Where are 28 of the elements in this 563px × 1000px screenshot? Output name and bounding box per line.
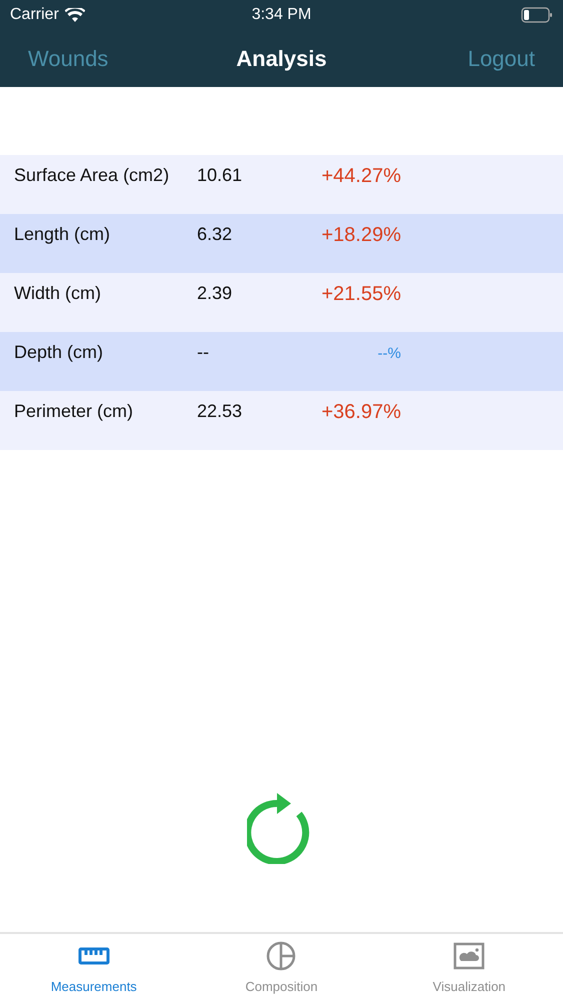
measurement-change: +21.55% (320, 283, 401, 306)
measurement-name: Length (cm) (13, 224, 112, 245)
back-button[interactable]: Wounds (28, 46, 108, 72)
pie-chart-icon (266, 940, 296, 970)
image-icon (453, 942, 486, 970)
measurement-name: Perimeter (cm) (13, 401, 134, 422)
measurement-change: +36.97% (320, 401, 401, 424)
tab-bar-item[interactable]: Measurements (0, 934, 188, 1000)
measurement-name: Surface Area (cm2) (13, 165, 170, 186)
carrier-label: Carrier (10, 6, 59, 24)
battery-icon (521, 7, 553, 23)
measurement-value: -- (197, 342, 210, 363)
measurement-value: 6.32 (197, 224, 234, 245)
tab-bar-item[interactable]: Visualization (375, 934, 563, 1000)
measurement-value: 10.61 (197, 165, 244, 186)
tab-bar-item[interactable]: Composition (188, 934, 376, 1000)
measurement-name: Width (cm) (13, 283, 102, 304)
measurement-name: Depth (cm) (13, 342, 104, 363)
measurement-change: --% (376, 345, 401, 362)
wifi-icon (64, 8, 85, 22)
ruler-icon (78, 944, 110, 966)
logout-button[interactable]: Logout (468, 46, 535, 72)
status-time: 3:34 PM (252, 6, 312, 24)
measurement-change: +44.27% (320, 165, 401, 188)
measurement-change: +18.29% (320, 224, 401, 247)
screen-title: Analysis (236, 46, 327, 72)
measurement-value: 2.39 (197, 283, 234, 304)
measurement-value: 22.53 (197, 401, 244, 422)
